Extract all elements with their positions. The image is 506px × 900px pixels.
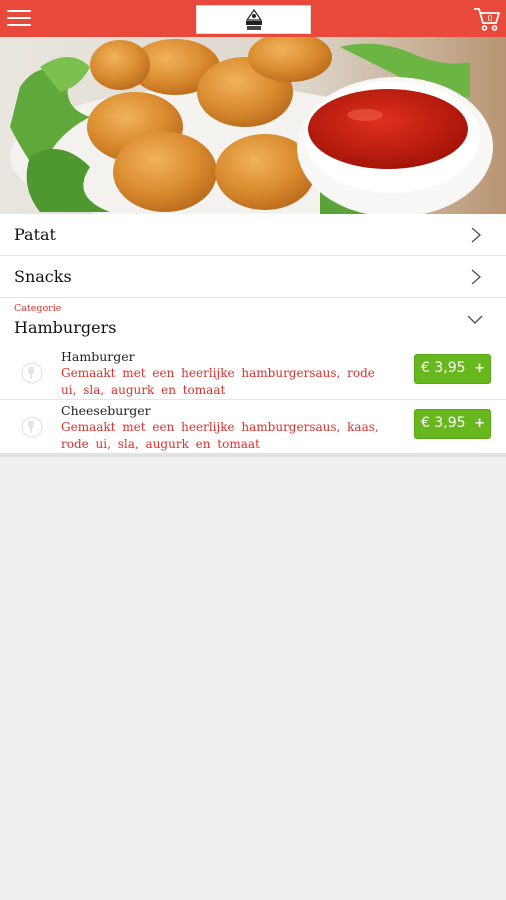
add-to-cart-button[interactable]: € 3,95 +	[414, 354, 491, 384]
chevron-down-icon[interactable]	[466, 312, 484, 326]
hamburger-menu-icon[interactable]	[7, 10, 31, 28]
item-price: € 3,95	[421, 360, 466, 376]
logo-icon	[245, 8, 263, 30]
menu-list: Patat Snacks Categorie Hamburgers Hambur…	[0, 214, 506, 457]
svg-text:0: 0	[487, 14, 492, 23]
category-label: Hamburgers	[14, 318, 117, 337]
item-name: Cheeseburger	[61, 403, 151, 418]
chevron-right-icon	[471, 227, 482, 243]
menu-item-cheeseburger: Cheeseburger Gemaakt met een heerlijke h…	[0, 400, 506, 454]
cutlery-icon	[21, 362, 43, 384]
list-divider	[0, 454, 506, 457]
chevron-right-icon	[471, 269, 482, 285]
plus-icon: +	[474, 416, 485, 431]
hero-food-image	[0, 37, 506, 214]
restaurant-logo[interactable]	[196, 5, 311, 34]
shopping-cart-icon[interactable]: 0	[472, 4, 502, 34]
category-row-snacks[interactable]: Snacks	[0, 256, 506, 298]
item-description: Gemaakt met een heerlijke hamburgersaus,…	[61, 420, 379, 451]
add-to-cart-button[interactable]: € 3,95 +	[414, 409, 491, 439]
menu-item-hamburger: Hamburger Gemaakt met een heerlijke hamb…	[0, 346, 506, 400]
category-header-hamburgers[interactable]: Categorie Hamburgers	[0, 298, 506, 346]
category-label: Snacks	[14, 267, 72, 286]
item-name: Hamburger	[61, 349, 135, 364]
item-price: € 3,95	[421, 415, 466, 431]
category-label: Patat	[14, 225, 56, 244]
cutlery-icon	[21, 416, 43, 438]
plus-icon: +	[474, 361, 485, 376]
category-caption: Categorie	[14, 303, 62, 314]
category-row-patat[interactable]: Patat	[0, 214, 506, 256]
item-description: Gemaakt met een heerlijke hamburgersaus,…	[61, 366, 375, 397]
top-app-bar: 0	[0, 0, 506, 37]
